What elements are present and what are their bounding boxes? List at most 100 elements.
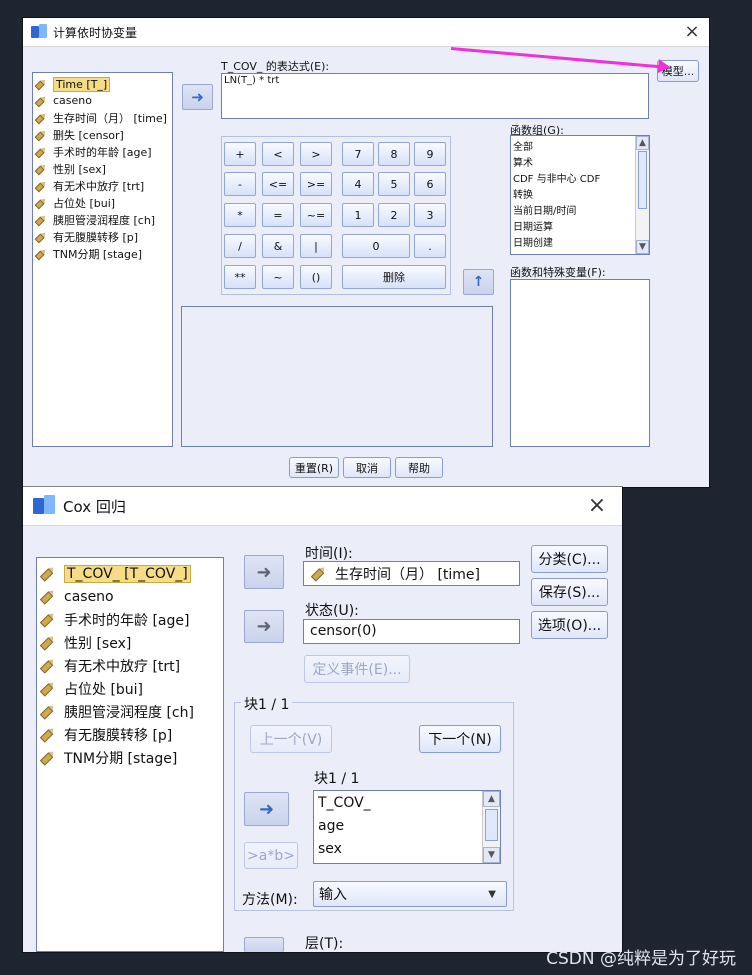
cox-variable-list[interactable]: T_COV_ [T_COV_] caseno 手术时的年龄 [age] 性别 [… [36,557,224,952]
key-less-equal[interactable]: <= [262,172,294,196]
key-2[interactable]: 2 [378,203,410,227]
key-5[interactable]: 5 [378,172,410,196]
key-0[interactable]: 0 [342,234,410,258]
cancel-button[interactable]: 取消 [343,457,391,478]
move-time-button[interactable]: ➜ [244,555,284,589]
variable-item[interactable]: 性别 [sex] [34,160,170,177]
compute-variable-list[interactable]: Time [T_] caseno 生存时间（月） [time] 删失 [cens… [32,72,173,447]
key-9[interactable]: 9 [414,142,446,166]
move-up-button[interactable]: ↑ [463,269,494,295]
variable-item[interactable]: TNM分期 [stage] [39,746,220,769]
variable-item[interactable]: 有无术中放疗 [trt] [34,177,170,194]
variable-item[interactable]: 删失 [censor] [34,126,170,143]
function-group-item[interactable]: 日期运算 [513,218,647,234]
move-covariate-button[interactable]: ➜ [244,792,289,826]
block-covariate-scrollbar[interactable]: ▲ ▼ [482,791,500,863]
variable-item[interactable]: 胰胆管浸润程度 [ch] [34,211,170,228]
function-groups-scrollbar[interactable]: ▲ ▼ [635,136,649,254]
variable-item[interactable]: 有无腹膜转移 [p] [39,723,220,746]
key-minus[interactable]: - [224,172,256,196]
function-group-item[interactable]: 算术 [513,154,647,170]
key-delete[interactable]: 删除 [342,265,446,289]
help-button[interactable]: 帮助 [395,457,443,478]
save-button[interactable]: 保存(S)... [531,578,608,606]
key-divide[interactable]: / [224,234,256,258]
variable-item[interactable]: T_COV_ [T_COV_] [39,562,220,585]
key-not[interactable]: ~ [262,265,294,289]
variable-label: caseno [53,94,92,107]
key-greater[interactable]: > [300,142,332,166]
key-multiply[interactable]: * [224,203,256,227]
function-group-item[interactable]: CDF 与非中心 CDF [513,170,647,186]
expression-label: T_COV_ 的表达式(E): [221,60,330,73]
variable-label: 性别 [sex] [53,162,106,176]
close-button[interactable]: × [580,487,614,525]
key-or[interactable]: | [300,234,332,258]
move-status-button[interactable]: ➜ [244,610,284,643]
classify-button[interactable]: 分类(C)... [531,545,608,573]
key-equal[interactable]: = [262,203,294,227]
key-3[interactable]: 3 [414,203,446,227]
variable-label: 有无术中放疗 [trt] [53,179,145,193]
key-and[interactable]: & [262,234,294,258]
variable-item[interactable]: 手术时的年龄 [age] [39,608,220,631]
key-power[interactable]: ** [224,265,256,289]
key-not-equal[interactable]: ~= [300,203,332,227]
variable-item[interactable]: 占位处 [bui] [34,194,170,211]
key-7[interactable]: 7 [342,142,374,166]
close-button[interactable]: × [675,18,709,46]
define-event-button[interactable]: 定义事件(E)... [304,655,410,683]
key-8[interactable]: 8 [378,142,410,166]
block-covariate-item[interactable]: age [318,818,496,841]
reset-button[interactable]: 重置(R) [289,457,339,478]
function-group-item[interactable]: 当前日期/时间 [513,202,647,218]
previous-button[interactable]: 上一个(V) [250,725,332,753]
key-less[interactable]: < [262,142,294,166]
key-decimal[interactable]: . [414,234,446,258]
method-dropdown[interactable]: 输入 ▼ [313,881,507,907]
key-plus[interactable]: + [224,142,256,166]
interaction-button[interactable]: >a*b> [244,842,298,869]
variable-item[interactable]: 胰胆管浸润程度 [ch] [39,700,220,723]
move-layer-button[interactable] [244,937,284,952]
function-groups-list[interactable]: 全部 算术 CDF 与非中心 CDF 转换 当前日期/时间 日期运算 日期创建 … [510,135,650,255]
scroll-down-icon[interactable]: ▼ [483,847,500,863]
scroll-thumb[interactable] [485,809,498,841]
expression-input[interactable]: LN(T_) * trt [221,73,649,119]
variable-item[interactable]: 手术时的年龄 [age] [34,143,170,160]
function-group-item[interactable]: 转换 [513,186,647,202]
key-6[interactable]: 6 [414,172,446,196]
variable-item[interactable]: 占位处 [bui] [39,677,220,700]
key-1[interactable]: 1 [342,203,374,227]
scale-variable-icon [34,94,48,107]
variable-label: 占位处 [bui] [64,681,144,698]
key-4[interactable]: 4 [342,172,374,196]
variable-item[interactable]: 性别 [sex] [39,631,220,654]
method-value: 输入 [319,887,347,903]
variable-item[interactable]: Time [T_] [34,76,170,92]
options-button[interactable]: 选项(O)... [531,611,608,639]
key-parentheses[interactable]: () [300,265,332,289]
status-field[interactable]: censor(0) [303,619,520,644]
next-button[interactable]: 下一个(N) [419,725,501,753]
block-covariate-list[interactable]: T_COV_ age sex ▲ ▼ [313,790,501,864]
variable-item[interactable]: caseno [39,585,220,608]
key-greater-equal[interactable]: >= [300,172,332,196]
variable-item[interactable]: 有无腹膜转移 [p] [34,228,170,245]
chevron-down-icon: ▼ [488,888,496,900]
time-field[interactable]: 生存时间（月） [time] [303,561,520,586]
scroll-up-icon[interactable]: ▲ [483,791,500,807]
variable-item[interactable]: TNM分期 [stage] [34,245,170,262]
block-covariate-item[interactable]: T_COV_ [318,795,496,818]
function-group-item[interactable]: 全部 [513,138,647,154]
variable-item[interactable]: caseno [34,92,170,109]
functions-list[interactable] [510,279,650,447]
variable-item[interactable]: 生存时间（月） [time] [34,109,170,126]
scroll-down-icon[interactable]: ▼ [636,240,649,254]
move-to-expression-button[interactable]: ➜ [182,84,213,110]
scroll-up-icon[interactable]: ▲ [636,136,649,150]
scroll-thumb[interactable] [638,151,647,209]
block-covariate-item[interactable]: sex [318,841,496,863]
function-group-item[interactable]: 日期创建 [513,234,647,250]
variable-item[interactable]: 有无术中放疗 [trt] [39,654,220,677]
